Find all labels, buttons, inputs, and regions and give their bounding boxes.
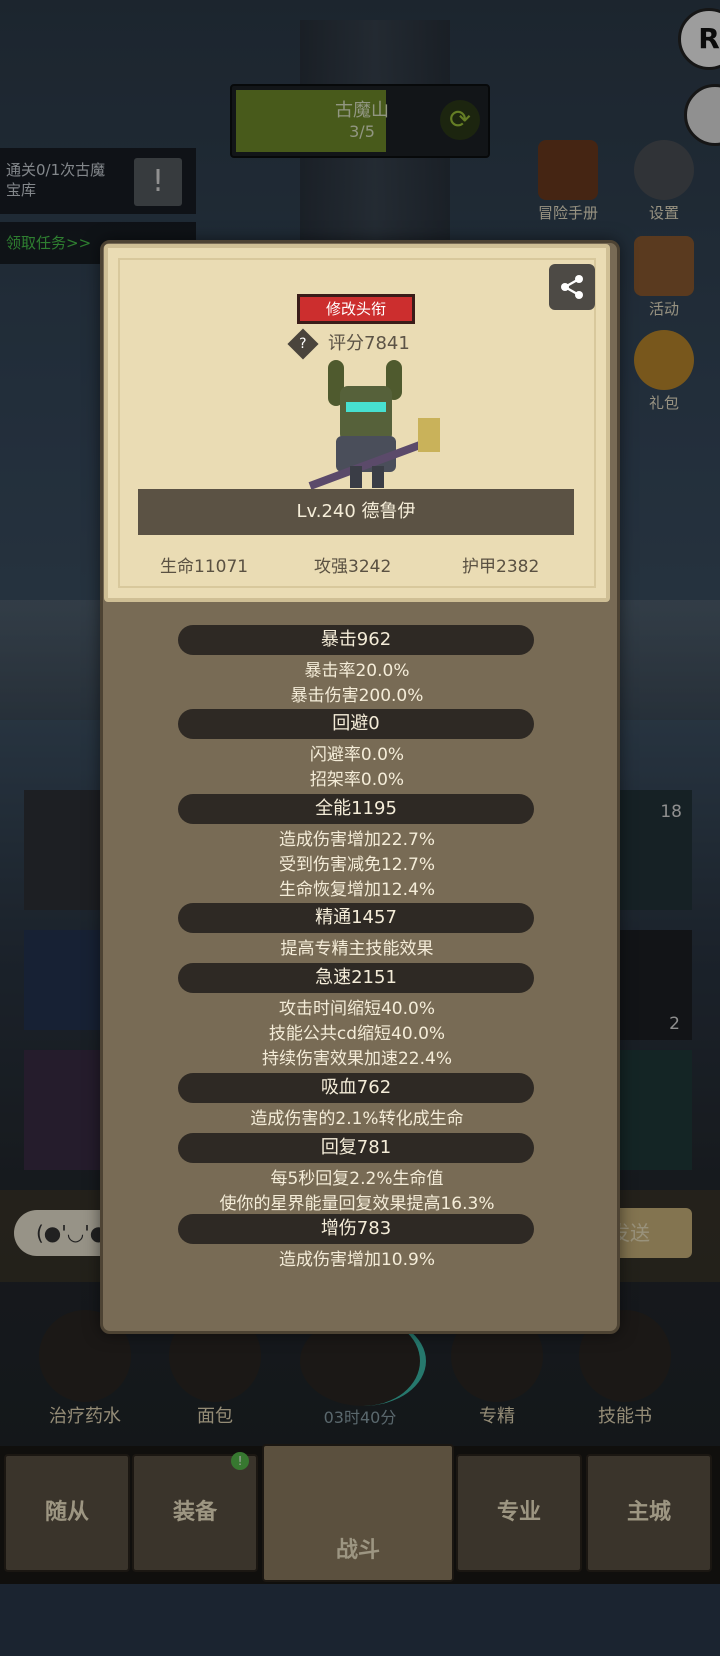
stat-section-header: 精通1457	[178, 903, 534, 933]
stat-detail: 攻击时间缩短40.0%	[278, 999, 435, 1019]
share-button[interactable]	[549, 264, 595, 310]
stat-detail: 提高专精主技能效果	[280, 939, 434, 959]
stat-armor: 护甲2382	[462, 557, 540, 577]
stat-section-header: 回避0	[178, 709, 534, 739]
character-sprite	[308, 360, 440, 490]
share-icon	[561, 275, 583, 299]
score-row: ? 评分7841	[287, 328, 410, 360]
stat-detail: 每5秒回复2.2%生命值	[270, 1169, 444, 1189]
stat-detail: 造成伤害增加22.7%	[278, 830, 435, 850]
stat-detail: 招架率0.0%	[309, 770, 405, 790]
stat-detail: 使你的星界能量回复效果提高16.3%	[219, 1194, 495, 1214]
stat-detail: 生命恢复增加12.4%	[278, 880, 435, 900]
stat-hp: 生命11071	[160, 557, 249, 577]
stat-attack: 攻强3242	[314, 557, 392, 577]
stat-section-header: 急速2151	[178, 963, 534, 993]
stat-section-header: 吸血762	[178, 1073, 534, 1103]
stat-detail: 造成伤害增加10.9%	[278, 1250, 435, 1270]
question-icon[interactable]: ?	[287, 328, 319, 360]
stat-section-header: 回复781	[178, 1133, 534, 1163]
stat-section-header: 暴击962	[178, 625, 534, 655]
stat-section-header: 全能1195	[178, 794, 534, 824]
stat-detail: 造成伤害的2.1%转化成生命	[250, 1109, 464, 1129]
edit-title-button[interactable]: 修改头衔	[297, 294, 415, 324]
stat-detail: 暴击伤害200.0%	[290, 686, 424, 706]
stat-detail: 受到伤害减免12.7%	[278, 855, 435, 875]
stat-detail: 技能公共cd缩短40.0%	[268, 1024, 446, 1044]
stat-detail: 暴击率20.0%	[304, 661, 410, 681]
stat-detail: 持续伤害效果加速22.4%	[261, 1049, 452, 1069]
stat-detail: 闪避率0.0%	[309, 745, 405, 765]
character-name-level: Lv.240 德鲁伊	[138, 489, 574, 535]
score-text: 评分7841	[328, 333, 410, 354]
stat-section-header: 增伤783	[178, 1214, 534, 1244]
